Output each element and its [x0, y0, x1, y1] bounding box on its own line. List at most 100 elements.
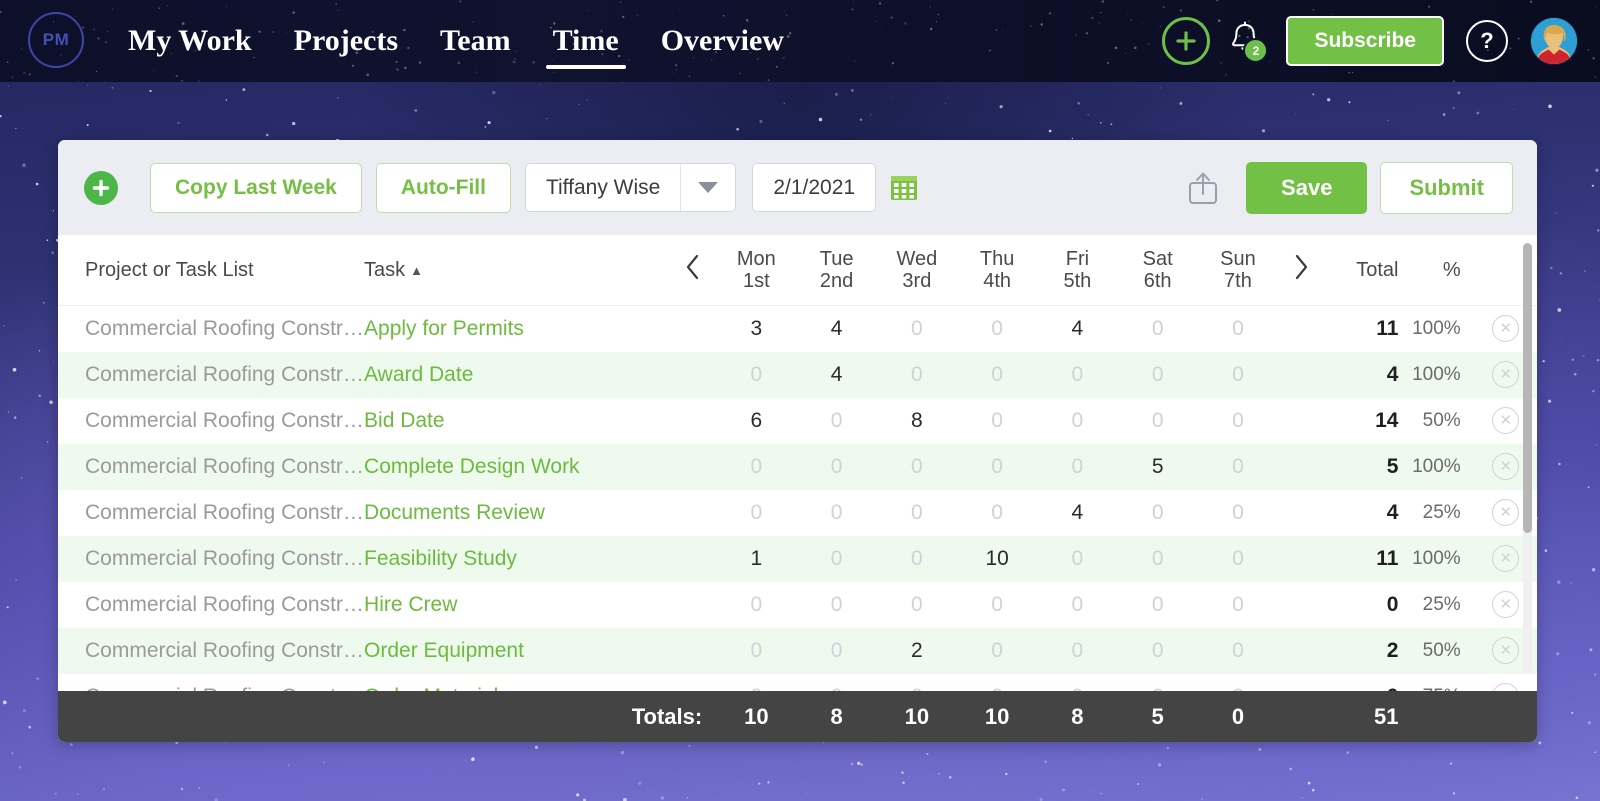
cell-hours-day-1[interactable]: 4	[796, 306, 876, 352]
cell-task-link[interactable]: Order Equipment	[364, 628, 670, 674]
cell-task-link[interactable]: Feasibility Study	[364, 536, 670, 582]
remove-circle-icon[interactable]: ✕	[1492, 499, 1519, 526]
pm-logo-icon[interactable]: PM	[28, 12, 84, 68]
add-row-button[interactable]	[84, 171, 118, 205]
cell-hours-day-1[interactable]: 0	[796, 536, 876, 582]
nav-link-team[interactable]: Team	[419, 0, 532, 82]
cell-hours-day-3[interactable]: 10	[957, 536, 1037, 582]
cell-hours-day-3[interactable]: 0	[957, 398, 1037, 444]
table-row[interactable]: Commercial Roofing Constru…Hire Crew0000…	[58, 582, 1537, 628]
cell-hours-day-5[interactable]: 0	[1118, 628, 1198, 674]
cell-hours-day-3[interactable]: 0	[957, 444, 1037, 490]
remove-circle-icon[interactable]: ✕	[1492, 453, 1519, 480]
cell-hours-day-4[interactable]: 0	[1037, 582, 1117, 628]
cell-task-link[interactable]: Bid Date	[364, 398, 670, 444]
cell-hours-day-4[interactable]: 0	[1037, 444, 1117, 490]
submit-button[interactable]: Submit	[1380, 162, 1513, 214]
cell-hours-day-6[interactable]: 0	[1198, 398, 1278, 444]
cell-hours-day-0[interactable]: 0	[716, 490, 796, 536]
remove-circle-icon[interactable]: ✕	[1492, 361, 1519, 388]
cell-hours-day-4[interactable]: 0	[1037, 352, 1117, 398]
nav-link-time[interactable]: Time	[532, 0, 640, 82]
cell-hours-day-3[interactable]: 0	[957, 490, 1037, 536]
cell-task-link[interactable]: Apply for Permits	[364, 306, 670, 352]
share-export-icon[interactable]	[1188, 171, 1218, 205]
cell-hours-day-6[interactable]: 0	[1198, 490, 1278, 536]
remove-circle-icon[interactable]: ✕	[1492, 407, 1519, 434]
question-mark-icon[interactable]: ?	[1466, 20, 1508, 62]
cell-hours-day-3[interactable]: 0	[957, 306, 1037, 352]
cell-hours-day-6[interactable]: 0	[1198, 628, 1278, 674]
cell-hours-day-1[interactable]: 0	[796, 398, 876, 444]
calendar-icon[interactable]	[890, 174, 918, 202]
table-row[interactable]: Commercial Roofing Constru…Bid Date60800…	[58, 398, 1537, 444]
user-avatar[interactable]	[1530, 17, 1578, 65]
cell-hours-day-1[interactable]: 0	[796, 582, 876, 628]
prev-week-button[interactable]	[670, 235, 716, 306]
table-scrollbar-thumb[interactable]	[1523, 243, 1532, 533]
person-select[interactable]: Tiffany Wise	[525, 163, 736, 212]
plus-circle-icon[interactable]	[1162, 17, 1210, 65]
cell-hours-day-5[interactable]: 5	[1118, 444, 1198, 490]
next-week-button[interactable]	[1278, 235, 1324, 306]
cell-hours-day-6[interactable]: 0	[1198, 352, 1278, 398]
cell-hours-day-4[interactable]: 0	[1037, 398, 1117, 444]
cell-hours-day-1[interactable]: 0	[796, 628, 876, 674]
table-row[interactable]: Commercial Roofing Constru…Feasibility S…	[58, 536, 1537, 582]
cell-hours-day-4[interactable]: 4	[1037, 490, 1117, 536]
cell-hours-day-6[interactable]: 0	[1198, 306, 1278, 352]
cell-task-link[interactable]: Documents Review	[364, 490, 670, 536]
nav-link-overview[interactable]: Overview	[640, 0, 805, 82]
cell-hours-day-1[interactable]: 0	[796, 490, 876, 536]
subscribe-button[interactable]: Subscribe	[1286, 16, 1444, 66]
cell-hours-day-3[interactable]: 0	[957, 352, 1037, 398]
cell-hours-day-4[interactable]: 0	[1037, 628, 1117, 674]
remove-circle-icon[interactable]: ✕	[1492, 315, 1519, 342]
cell-hours-day-2[interactable]: 0	[877, 352, 957, 398]
save-button[interactable]: Save	[1246, 162, 1367, 214]
cell-hours-day-2[interactable]: 0	[877, 306, 957, 352]
cell-hours-day-6[interactable]: 0	[1198, 444, 1278, 490]
cell-hours-day-2[interactable]: 0	[877, 490, 957, 536]
notifications-bell[interactable]: 2	[1228, 20, 1266, 62]
cell-hours-day-0[interactable]: 0	[716, 444, 796, 490]
cell-hours-day-5[interactable]: 0	[1118, 306, 1198, 352]
cell-hours-day-5[interactable]: 0	[1118, 490, 1198, 536]
cell-hours-day-5[interactable]: 0	[1118, 352, 1198, 398]
remove-circle-icon[interactable]: ✕	[1492, 591, 1519, 618]
cell-task-link[interactable]: Complete Design Work	[364, 444, 670, 490]
cell-hours-day-0[interactable]: 3	[716, 306, 796, 352]
cell-hours-day-5[interactable]: 0	[1118, 536, 1198, 582]
table-row[interactable]: Commercial Roofing Constru…Complete Desi…	[58, 444, 1537, 490]
cell-hours-day-3[interactable]: 0	[957, 628, 1037, 674]
table-row[interactable]: Commercial Roofing Constru…Apply for Per…	[58, 306, 1537, 352]
nav-link-projects[interactable]: Projects	[273, 0, 419, 82]
cell-hours-day-0[interactable]: 1	[716, 536, 796, 582]
cell-hours-day-4[interactable]: 4	[1037, 306, 1117, 352]
remove-circle-icon[interactable]: ✕	[1492, 637, 1519, 664]
cell-hours-day-6[interactable]: 0	[1198, 536, 1278, 582]
table-row[interactable]: Commercial Roofing Constru…Order Equipme…	[58, 628, 1537, 674]
chevron-down-icon[interactable]	[680, 164, 735, 211]
table-row[interactable]: Commercial Roofing Constru…Award Date040…	[58, 352, 1537, 398]
cell-hours-day-0[interactable]: 0	[716, 352, 796, 398]
date-input[interactable]: 2/1/2021	[752, 163, 876, 212]
cell-task-link[interactable]: Award Date	[364, 352, 670, 398]
cell-hours-day-0[interactable]: 6	[716, 398, 796, 444]
cell-hours-day-0[interactable]: 0	[716, 582, 796, 628]
table-row[interactable]: Commercial Roofing Constru…Documents Rev…	[58, 490, 1537, 536]
auto-fill-button[interactable]: Auto-Fill	[376, 163, 511, 213]
remove-circle-icon[interactable]: ✕	[1492, 545, 1519, 572]
cell-task-link[interactable]: Hire Crew	[364, 582, 670, 628]
cell-hours-day-5[interactable]: 0	[1118, 398, 1198, 444]
nav-link-my-work[interactable]: My Work	[107, 0, 273, 82]
cell-hours-day-2[interactable]: 8	[877, 398, 957, 444]
table-scrollbar[interactable]	[1523, 243, 1532, 673]
cell-hours-day-2[interactable]: 0	[877, 582, 957, 628]
cell-hours-day-5[interactable]: 0	[1118, 582, 1198, 628]
cell-hours-day-2[interactable]: 0	[877, 536, 957, 582]
cell-hours-day-2[interactable]: 0	[877, 444, 957, 490]
cell-hours-day-1[interactable]: 0	[796, 444, 876, 490]
cell-hours-day-1[interactable]: 4	[796, 352, 876, 398]
header-task[interactable]: Task▲	[364, 235, 670, 306]
